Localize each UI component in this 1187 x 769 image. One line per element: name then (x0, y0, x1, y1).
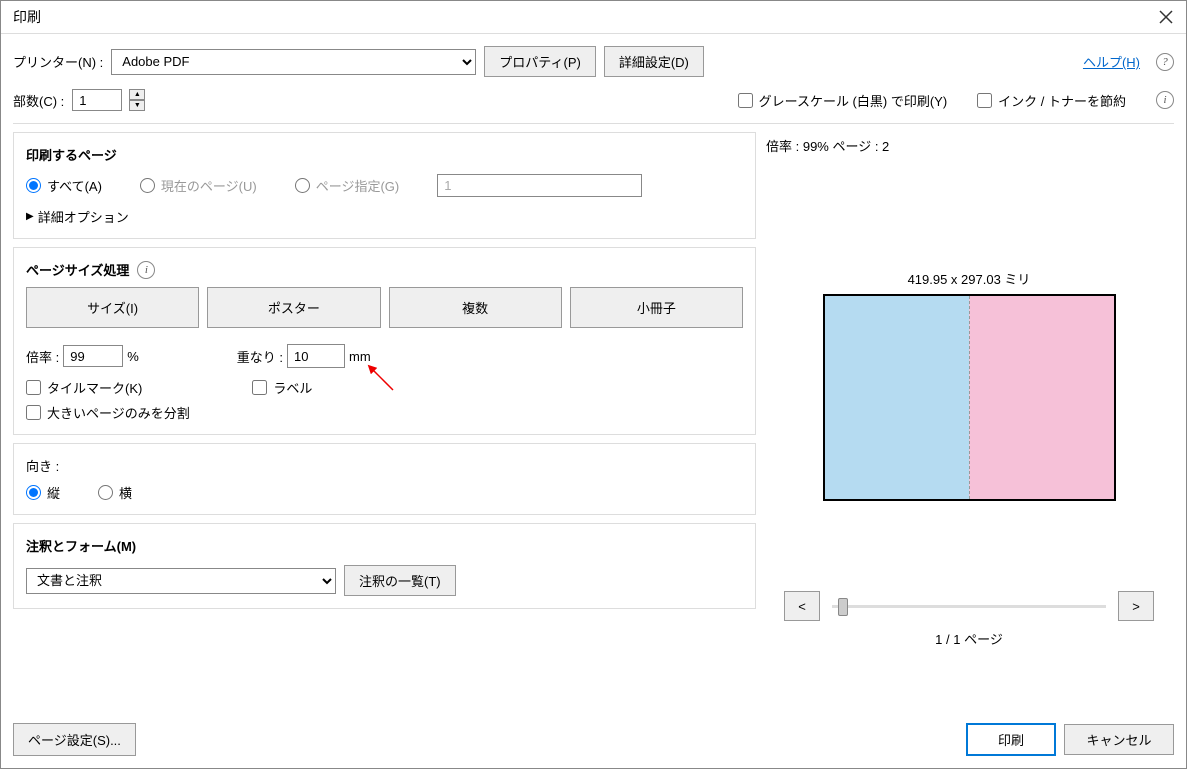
poster-tab[interactable]: ポスター (207, 287, 380, 328)
overlap-input[interactable] (287, 344, 345, 368)
advanced-settings-button[interactable]: 詳細設定(D) (604, 46, 704, 77)
orientation-title: 向き : (26, 456, 743, 475)
sizing-section: ページサイズ処理 i サイズ(I) ポスター 複数 小冊子 倍率 : % (13, 247, 756, 435)
pages-current-radio[interactable]: 現在のページ(U) (140, 176, 257, 195)
overlap-unit: mm (349, 349, 371, 364)
more-options-toggle[interactable]: ▶ 詳細オプション (26, 207, 743, 226)
copies-up[interactable]: ▲ (129, 89, 145, 100)
split-large-checkbox[interactable]: 大きいページのみを分割 (26, 403, 190, 422)
titlebar: 印刷 (1, 1, 1186, 34)
orientation-section: 向き : 縦 横 (13, 443, 756, 515)
preview-dimensions: 419.95 x 297.03 ミリ (908, 269, 1031, 288)
preview-header: 倍率 : 99% ページ : 2 (764, 132, 1174, 159)
print-pages-title: 印刷するページ (26, 145, 743, 164)
comments-summary-button[interactable]: 注釈の一覧(T) (344, 565, 456, 596)
slider-thumb[interactable] (838, 598, 848, 616)
print-pages-section: 印刷するページ すべて(A) 現在のページ(U) ページ指定(G) (13, 132, 756, 239)
preview-half-right (969, 296, 1114, 499)
printer-select[interactable]: Adobe PDF (111, 49, 476, 75)
pages-range-radio[interactable]: ページ指定(G) (295, 176, 400, 195)
copies-label: 部数(C) : (13, 91, 64, 110)
comments-select[interactable]: 文書と注釈 (26, 568, 336, 594)
save-toner-checkbox[interactable]: インク / トナーを節約 (977, 91, 1126, 110)
size-tab[interactable]: サイズ(I) (26, 287, 199, 328)
multiple-tab[interactable]: 複数 (389, 287, 562, 328)
print-button[interactable]: 印刷 (966, 723, 1056, 756)
info-icon[interactable]: i (137, 261, 155, 279)
comments-title: 注釈とフォーム(M) (26, 536, 743, 555)
landscape-radio[interactable]: 横 (98, 483, 132, 502)
copies-down[interactable]: ▼ (129, 100, 145, 111)
next-page-button[interactable]: > (1118, 591, 1154, 621)
sizing-title: ページサイズ処理 (26, 260, 129, 279)
preview-page (823, 294, 1116, 501)
help-icon[interactable]: ? (1156, 53, 1174, 71)
grayscale-checkbox[interactable]: グレースケール (白黒) で印刷(Y) (738, 91, 948, 110)
printer-label: プリンター(N) : (13, 52, 103, 71)
overlap-label: 重なり : (237, 347, 283, 366)
portrait-radio[interactable]: 縦 (26, 483, 60, 502)
prev-page-button[interactable]: < (784, 591, 820, 621)
booklet-tab[interactable]: 小冊子 (570, 287, 743, 328)
page-setup-button[interactable]: ページ設定(S)... (13, 723, 136, 756)
triangle-right-icon: ▶ (26, 211, 34, 222)
properties-button[interactable]: プロパティ(P) (484, 46, 596, 77)
dialog-title: 印刷 (13, 7, 41, 27)
comments-section: 注釈とフォーム(M) 文書と注釈 注釈の一覧(T) (13, 523, 756, 609)
page-counter: 1 / 1 ページ (935, 629, 1003, 648)
copies-input[interactable] (72, 89, 122, 111)
page-range-input[interactable] (437, 174, 642, 197)
labels-checkbox[interactable]: ラベル (252, 378, 312, 397)
cancel-button[interactable]: キャンセル (1064, 724, 1174, 755)
tile-marks-checkbox[interactable]: タイルマーク(K) (26, 378, 142, 397)
page-slider[interactable] (832, 596, 1106, 616)
preview-divider (969, 296, 970, 499)
preview-half-left (825, 296, 970, 499)
info-icon[interactable]: i (1156, 91, 1174, 109)
scale-unit: % (127, 349, 139, 364)
close-button[interactable] (1158, 9, 1174, 25)
scale-input[interactable] (63, 345, 123, 367)
help-link[interactable]: ヘルプ(H) (1083, 52, 1140, 71)
scale-label: 倍率 : (26, 347, 59, 366)
pages-all-radio[interactable]: すべて(A) (26, 176, 102, 195)
